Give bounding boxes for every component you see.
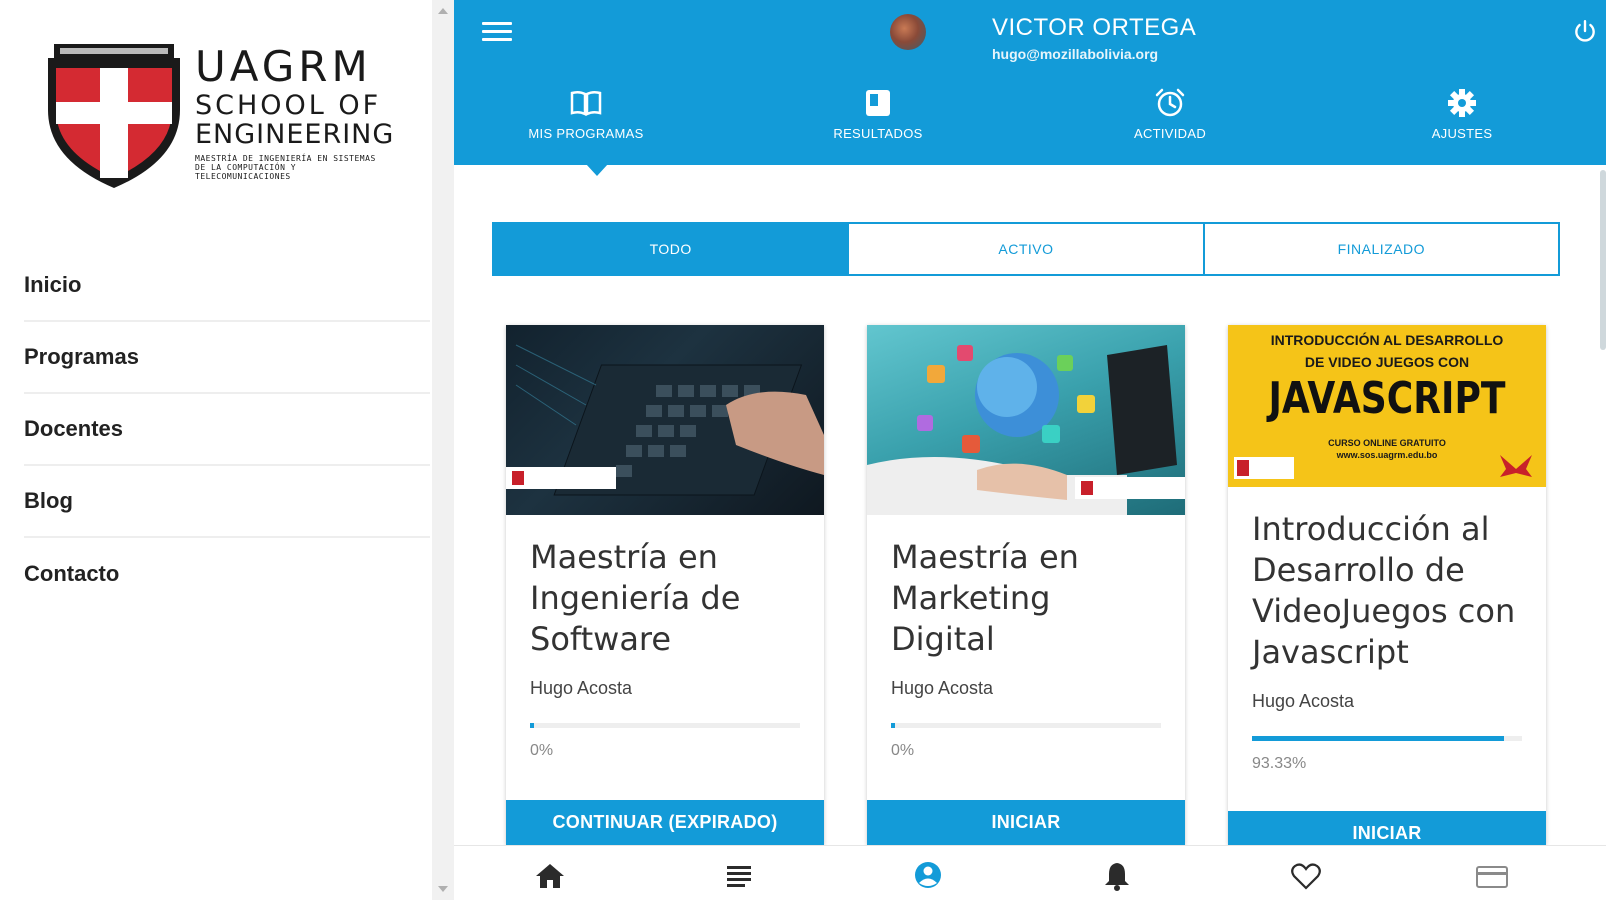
logo-text: UAGRM SCHOOL OF ENGINEERING MAESTRÍA DE … — [195, 42, 395, 182]
banner-line1: INTRODUCCIÓN AL DESARROLLO — [1270, 332, 1504, 348]
progress-fill — [530, 723, 534, 728]
gear-icon — [1448, 89, 1476, 117]
progress-text: 0% — [530, 742, 554, 759]
course-title[interactable]: Maestría en Ingeniería de Software — [530, 537, 800, 660]
heart-icon[interactable] — [1288, 860, 1324, 892]
sidebar-item-blog[interactable]: Blog — [24, 466, 430, 538]
sidebar: UAGRM SCHOOL OF ENGINEERING MAESTRÍA DE … — [0, 0, 430, 900]
filter-finalizado[interactable]: FINALIZADO — [1202, 224, 1558, 274]
home-icon[interactable] — [532, 860, 568, 892]
banner-heading: INTRODUCCIÓN AL DESARROLLO DE VIDEO JUEG… — [1228, 329, 1546, 373]
menu-icon[interactable] — [482, 22, 512, 46]
progress-fill — [1252, 736, 1504, 741]
course-body: Maestría en Ingeniería de Software Hugo … — [506, 515, 824, 760]
tab-label: RESULTADOS — [833, 126, 923, 141]
course-title[interactable]: Maestría en Marketing Digital — [891, 537, 1161, 660]
bell-icon[interactable] — [1099, 860, 1135, 892]
tab-label: ACTIVIDAD — [1133, 126, 1207, 141]
course-author: Hugo Acosta — [1252, 691, 1355, 711]
course-image — [867, 325, 1185, 515]
logo-line1: SCHOOL OF — [195, 90, 382, 121]
power-icon[interactable] — [1572, 18, 1598, 44]
course-card[interactable]: INTRODUCCIÓN AL DESARROLLO DE VIDEO JUEG… — [1228, 325, 1546, 845]
start-button[interactable]: INICIAR — [867, 800, 1185, 845]
progress-bar — [530, 723, 800, 728]
top-nav: MIS PROGRAMAS RESULTADOS ACTIVIDAD AJUST… — [454, 88, 1606, 158]
main-content: VICTOR ORTEGA hugo@mozillabolivia.org MI… — [454, 0, 1606, 900]
filter-activo[interactable]: ACTIVO — [847, 224, 1202, 274]
active-tab-indicator — [586, 164, 608, 176]
course-image: INTRODUCCIÓN AL DESARROLLO DE VIDEO JUEG… — [1228, 325, 1546, 487]
start-button[interactable]: INICIAR — [1228, 811, 1546, 845]
profile-icon[interactable] — [910, 860, 946, 892]
shield-logo-icon — [48, 44, 180, 188]
logo-subtitle: MAESTRÍA DE INGENIERÍA EN SISTEMAS DE LA… — [195, 154, 376, 181]
logo-line2: ENGINEERING — [195, 119, 395, 150]
sidebar-item-contacto[interactable]: Contacto — [24, 538, 430, 610]
continue-button[interactable]: CONTINUAR (EXPIRADO) — [506, 800, 824, 845]
scroll-thumb[interactable] — [1600, 170, 1606, 350]
progress-bar — [1252, 736, 1522, 741]
banner-big: JAVASCRIPT — [1268, 373, 1506, 424]
sidebar-scrollbar[interactable] — [432, 0, 454, 900]
progress-text: 0% — [891, 742, 915, 759]
tab-label: AJUSTES — [1431, 126, 1493, 141]
list-icon[interactable] — [721, 860, 757, 892]
course-filter: TODO ACTIVO FINALIZADO — [492, 222, 1560, 276]
course-card[interactable]: Maestría en Ingeniería de Software Hugo … — [506, 325, 824, 845]
scroll-down-icon[interactable] — [438, 886, 448, 892]
banner-small1: CURSO ONLINE GRATUITO — [1328, 438, 1446, 448]
course-image — [506, 325, 824, 515]
bottom-nav — [454, 845, 1606, 900]
tab-actividad[interactable]: ACTIVIDAD — [1070, 88, 1270, 141]
course-author: Hugo Acosta — [530, 678, 633, 698]
sidebar-item-inicio[interactable]: Inicio — [24, 250, 430, 322]
mozilla-logo-icon — [1500, 455, 1532, 477]
main-scrollbar[interactable] — [1598, 0, 1606, 845]
banner-logo — [1234, 457, 1294, 479]
sidebar-item-docentes[interactable]: Docentes — [24, 394, 430, 466]
tab-resultados[interactable]: RESULTADOS — [778, 88, 978, 141]
scroll-up-icon[interactable] — [438, 8, 448, 14]
uagrm-logo[interactable]: UAGRM SCHOOL OF ENGINEERING MAESTRÍA DE … — [40, 40, 400, 200]
results-icon — [866, 90, 890, 116]
tab-mis-programas[interactable]: MIS PROGRAMAS — [486, 88, 686, 141]
sidebar-item-programas[interactable]: Programas — [24, 322, 430, 394]
user-email: hugo@mozillabolivia.org — [992, 46, 1159, 62]
course-title[interactable]: Introducción al Desarrollo de VideoJuego… — [1252, 509, 1522, 673]
user-name: VICTOR ORTEGA — [992, 14, 1197, 41]
course-body: Introducción al Desarrollo de VideoJuego… — [1228, 487, 1546, 773]
keyboard-image — [506, 344, 824, 496]
course-card[interactable]: Maestría en Marketing Digital Hugo Acost… — [867, 325, 1185, 845]
filter-todo[interactable]: TODO — [494, 224, 848, 274]
top-bar: VICTOR ORTEGA hugo@mozillabolivia.org MI… — [454, 0, 1606, 165]
book-icon — [570, 90, 602, 117]
course-body: Maestría en Marketing Digital Hugo Acost… — [867, 515, 1185, 760]
progress-text: 93.33% — [1252, 755, 1307, 772]
sidebar-nav: Inicio Programas Docentes Blog Contacto — [24, 250, 430, 610]
logo-title: UAGRM — [195, 42, 372, 91]
marketing-image — [867, 345, 1185, 515]
card-icon[interactable] — [1474, 860, 1510, 892]
alarm-icon — [1155, 88, 1185, 117]
progress-bar — [891, 723, 1161, 728]
progress-fill — [891, 723, 895, 728]
avatar[interactable] — [890, 14, 926, 50]
course-author: Hugo Acosta — [891, 678, 994, 698]
banner-line2: DE VIDEO JUEGOS CON — [1304, 354, 1470, 370]
tab-ajustes[interactable]: AJUSTES — [1362, 88, 1562, 141]
tab-label: MIS PROGRAMAS — [528, 126, 644, 141]
